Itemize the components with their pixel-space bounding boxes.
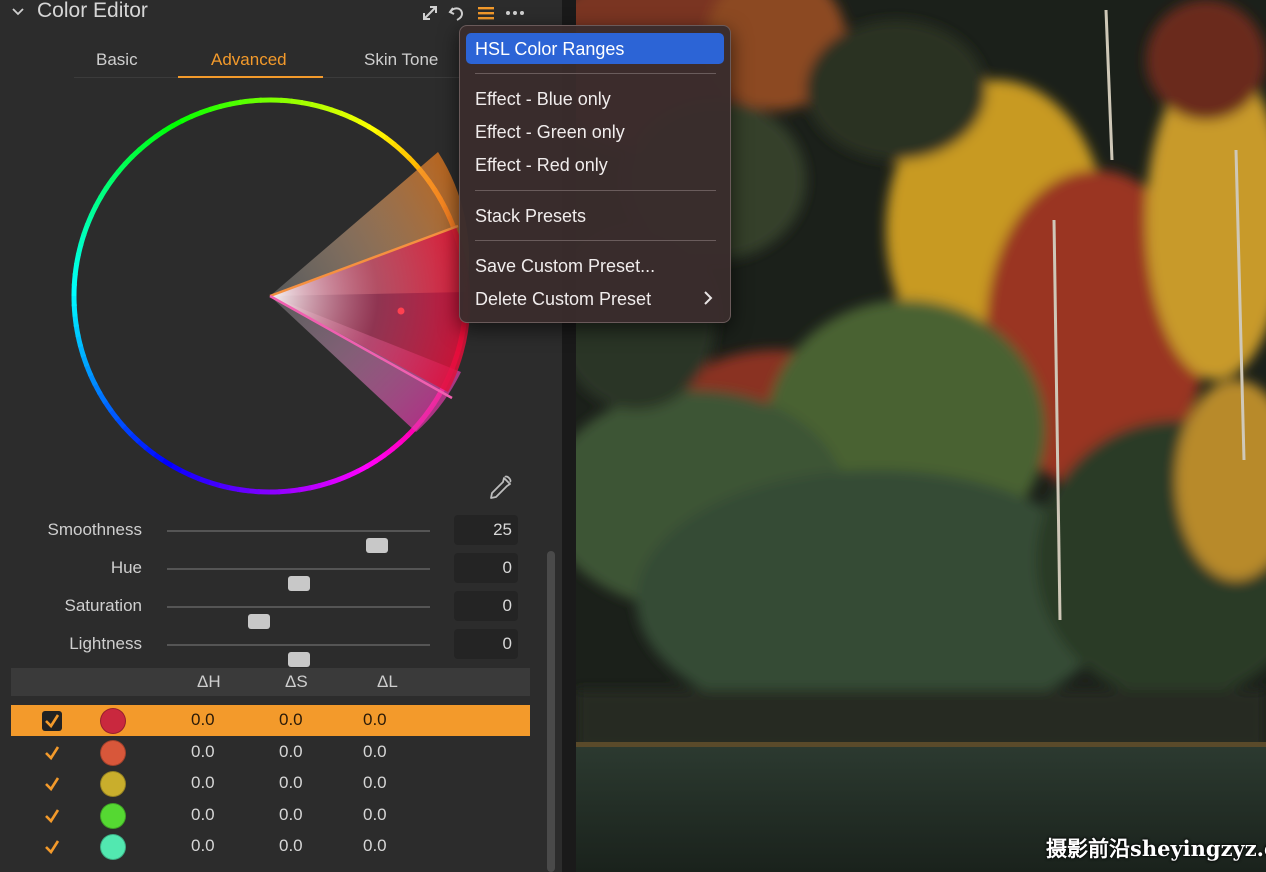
- editor-tabs: Basic Advanced Skin Tone: [74, 44, 460, 78]
- presets-dropdown-menu: HSL Color Ranges Effect - Blue only Effe…: [459, 25, 731, 323]
- slider-hue: Hue 0: [0, 553, 530, 591]
- checkbox-checked-icon[interactable]: [41, 711, 63, 731]
- cell-dl: 0.0: [363, 741, 387, 761]
- tab-advanced[interactable]: Advanced: [211, 50, 287, 70]
- menu-item-effect-blue-only[interactable]: Effect - Blue only: [466, 83, 724, 114]
- table-row[interactable]: 0.0 0.0 0.0: [11, 800, 530, 831]
- slider-track[interactable]: [167, 606, 430, 629]
- slider-thumb[interactable]: [366, 538, 389, 553]
- column-header-dl: ΔL: [377, 672, 398, 691]
- column-header-dh: ΔH: [197, 672, 221, 691]
- slider-label: Lightness: [69, 634, 142, 653]
- more-icon[interactable]: [505, 3, 525, 23]
- slider-thumb[interactable]: [287, 652, 310, 667]
- slider-smoothness: Smoothness 25: [0, 515, 530, 553]
- color-swatch[interactable]: [100, 708, 126, 734]
- column-header-ds: ΔS: [285, 672, 308, 691]
- menu-separator: [475, 240, 716, 241]
- slider-track[interactable]: [167, 568, 430, 591]
- reset-icon[interactable]: [447, 3, 467, 23]
- panel-title: Color Editor: [37, 0, 148, 22]
- checkbox-checked-icon[interactable]: [41, 743, 63, 763]
- cell-ds: 0.0: [279, 741, 303, 761]
- slider-thumb[interactable]: [287, 576, 310, 591]
- shoreline: [576, 742, 1266, 747]
- cell-ds: 0.0: [279, 804, 303, 824]
- expand-icon[interactable]: [420, 3, 440, 23]
- presets-menu-icon[interactable]: [476, 3, 496, 23]
- slider-track[interactable]: [167, 644, 430, 667]
- watermark: 摄影前沿sheyingzyz.com: [1046, 836, 1266, 861]
- table-row[interactable]: 0.0 0.0 0.0: [11, 737, 530, 768]
- slider-label: Smoothness: [47, 520, 143, 539]
- cell-dh: 0.0: [191, 741, 215, 761]
- menu-item-label: HSL Color Ranges: [475, 39, 625, 59]
- menu-item-label: Effect - Red only: [475, 155, 608, 175]
- chevron-right-icon: [704, 291, 713, 305]
- tab-basic[interactable]: Basic: [96, 50, 138, 70]
- table-row[interactable]: 0.0 0.0 0.0: [11, 768, 530, 799]
- slider-value-field[interactable]: 0: [454, 591, 518, 621]
- cell-dh: 0.0: [191, 836, 215, 856]
- slider-thumb[interactable]: [248, 614, 271, 629]
- menu-item-save-custom-preset[interactable]: Save Custom Preset...: [466, 250, 724, 281]
- cell-ds: 0.0: [279, 836, 303, 856]
- menu-item-label: Save Custom Preset...: [475, 256, 656, 276]
- panel-header: Color Editor: [0, 0, 540, 28]
- slider-saturation: Saturation 0: [0, 591, 530, 629]
- cell-ds: 0.0: [279, 710, 303, 729]
- menu-item-label: Stack Presets: [475, 206, 587, 226]
- menu-item-label: Effect - Blue only: [475, 89, 611, 109]
- slider-value-field[interactable]: 25: [454, 515, 518, 545]
- cell-dh: 0.0: [191, 710, 215, 729]
- cell-dl: 0.0: [363, 710, 387, 729]
- active-tab-indicator: [178, 76, 323, 78]
- menu-item-label: Effect - Green only: [475, 122, 625, 142]
- checkbox-checked-icon[interactable]: [41, 837, 63, 857]
- menu-separator: [475, 73, 716, 74]
- color-swatch[interactable]: [100, 802, 126, 829]
- cell-dh: 0.0: [191, 773, 215, 793]
- color-swatch[interactable]: [100, 834, 126, 861]
- menu-item-stack-presets[interactable]: Stack Presets: [466, 200, 724, 231]
- table-row[interactable]: 0.0 0.0 0.0: [11, 831, 530, 862]
- slider-label: Hue: [110, 558, 142, 577]
- color-picker-icon[interactable]: [486, 474, 514, 502]
- color-wheel[interactable]: [66, 92, 476, 502]
- menu-separator: [475, 190, 716, 191]
- checkbox-checked-icon[interactable]: [41, 774, 63, 794]
- menu-item-label: Delete Custom Preset: [475, 289, 652, 309]
- cell-dh: 0.0: [191, 804, 215, 824]
- table-row[interactable]: 0.0 0.0 0.0: [11, 705, 530, 736]
- slider-track[interactable]: [167, 530, 430, 553]
- slider-label: Saturation: [64, 596, 143, 615]
- cell-dl: 0.0: [363, 773, 387, 793]
- color-swatch[interactable]: [100, 771, 126, 798]
- slider-value-field[interactable]: 0: [454, 629, 518, 659]
- menu-item-delete-custom-preset[interactable]: Delete Custom Preset: [466, 283, 724, 314]
- color-swatch[interactable]: [100, 739, 126, 766]
- menu-item-effect-green-only[interactable]: Effect - Green only: [466, 116, 724, 147]
- cell-dl: 0.0: [363, 836, 387, 856]
- checkbox-checked-icon[interactable]: [41, 806, 63, 826]
- panel-scrollbar[interactable]: [547, 551, 555, 872]
- menu-item-effect-red-only[interactable]: Effect - Red only: [466, 149, 724, 180]
- cell-dl: 0.0: [363, 804, 387, 824]
- color-range-table-header: ΔH ΔS ΔL: [11, 668, 530, 696]
- cell-ds: 0.0: [279, 773, 303, 793]
- slider-value-field[interactable]: 0: [454, 553, 518, 583]
- menu-item-hsl-color-ranges[interactable]: HSL Color Ranges: [466, 33, 724, 64]
- tab-skin-tone[interactable]: Skin Tone: [364, 50, 438, 70]
- slider-lightness: Lightness 0: [0, 629, 530, 667]
- chevron-down-icon[interactable]: [10, 4, 26, 20]
- range-center-point[interactable]: [397, 307, 405, 315]
